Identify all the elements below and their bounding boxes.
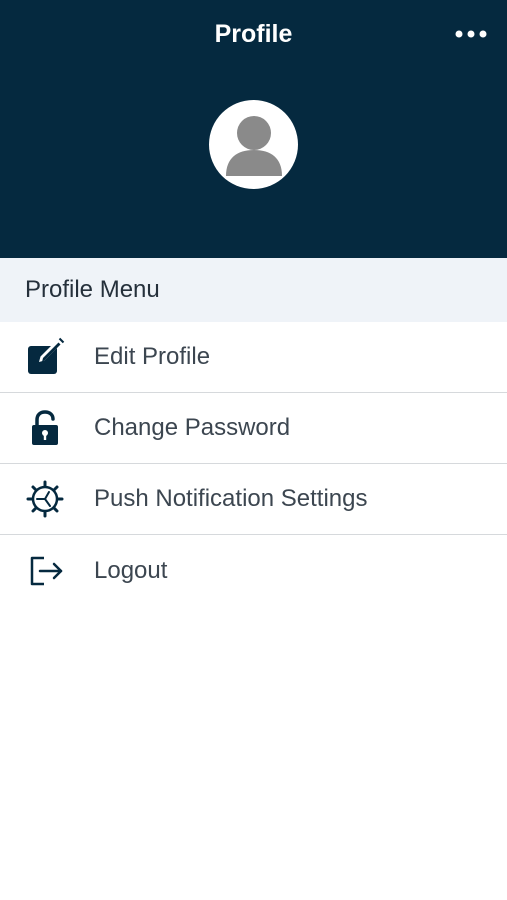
logout-item[interactable]: Logout (0, 535, 507, 606)
more-horizontal-icon (455, 30, 487, 38)
profile-screen: Profile Profile Menu Edit Profile Change… (0, 0, 507, 900)
logout-label: Logout (94, 556, 168, 584)
edit-icon (25, 337, 65, 377)
push-notification-settings-label: Push Notification Settings (94, 485, 368, 512)
profile-menu-list: Edit Profile Change Password Push Notifi… (0, 322, 507, 606)
unlock-icon (25, 408, 65, 448)
logout-icon (25, 551, 65, 591)
edit-profile-item[interactable]: Edit Profile (0, 322, 507, 393)
edit-profile-label: Edit Profile (94, 343, 211, 370)
gear-icon (25, 479, 65, 519)
page-title: Profile (214, 20, 293, 48)
profile-header: Profile (0, 0, 507, 258)
push-notification-settings-item[interactable]: Push Notification Settings (0, 464, 507, 535)
profile-menu-title: Profile Menu (25, 276, 160, 303)
change-password-label: Change Password (94, 414, 291, 441)
user-avatar-icon (225, 115, 282, 176)
change-password-item[interactable]: Change Password (0, 393, 507, 464)
profile-menu-header: Profile Menu (0, 258, 507, 322)
more-options-button[interactable] (451, 18, 491, 50)
avatar[interactable] (209, 100, 298, 189)
